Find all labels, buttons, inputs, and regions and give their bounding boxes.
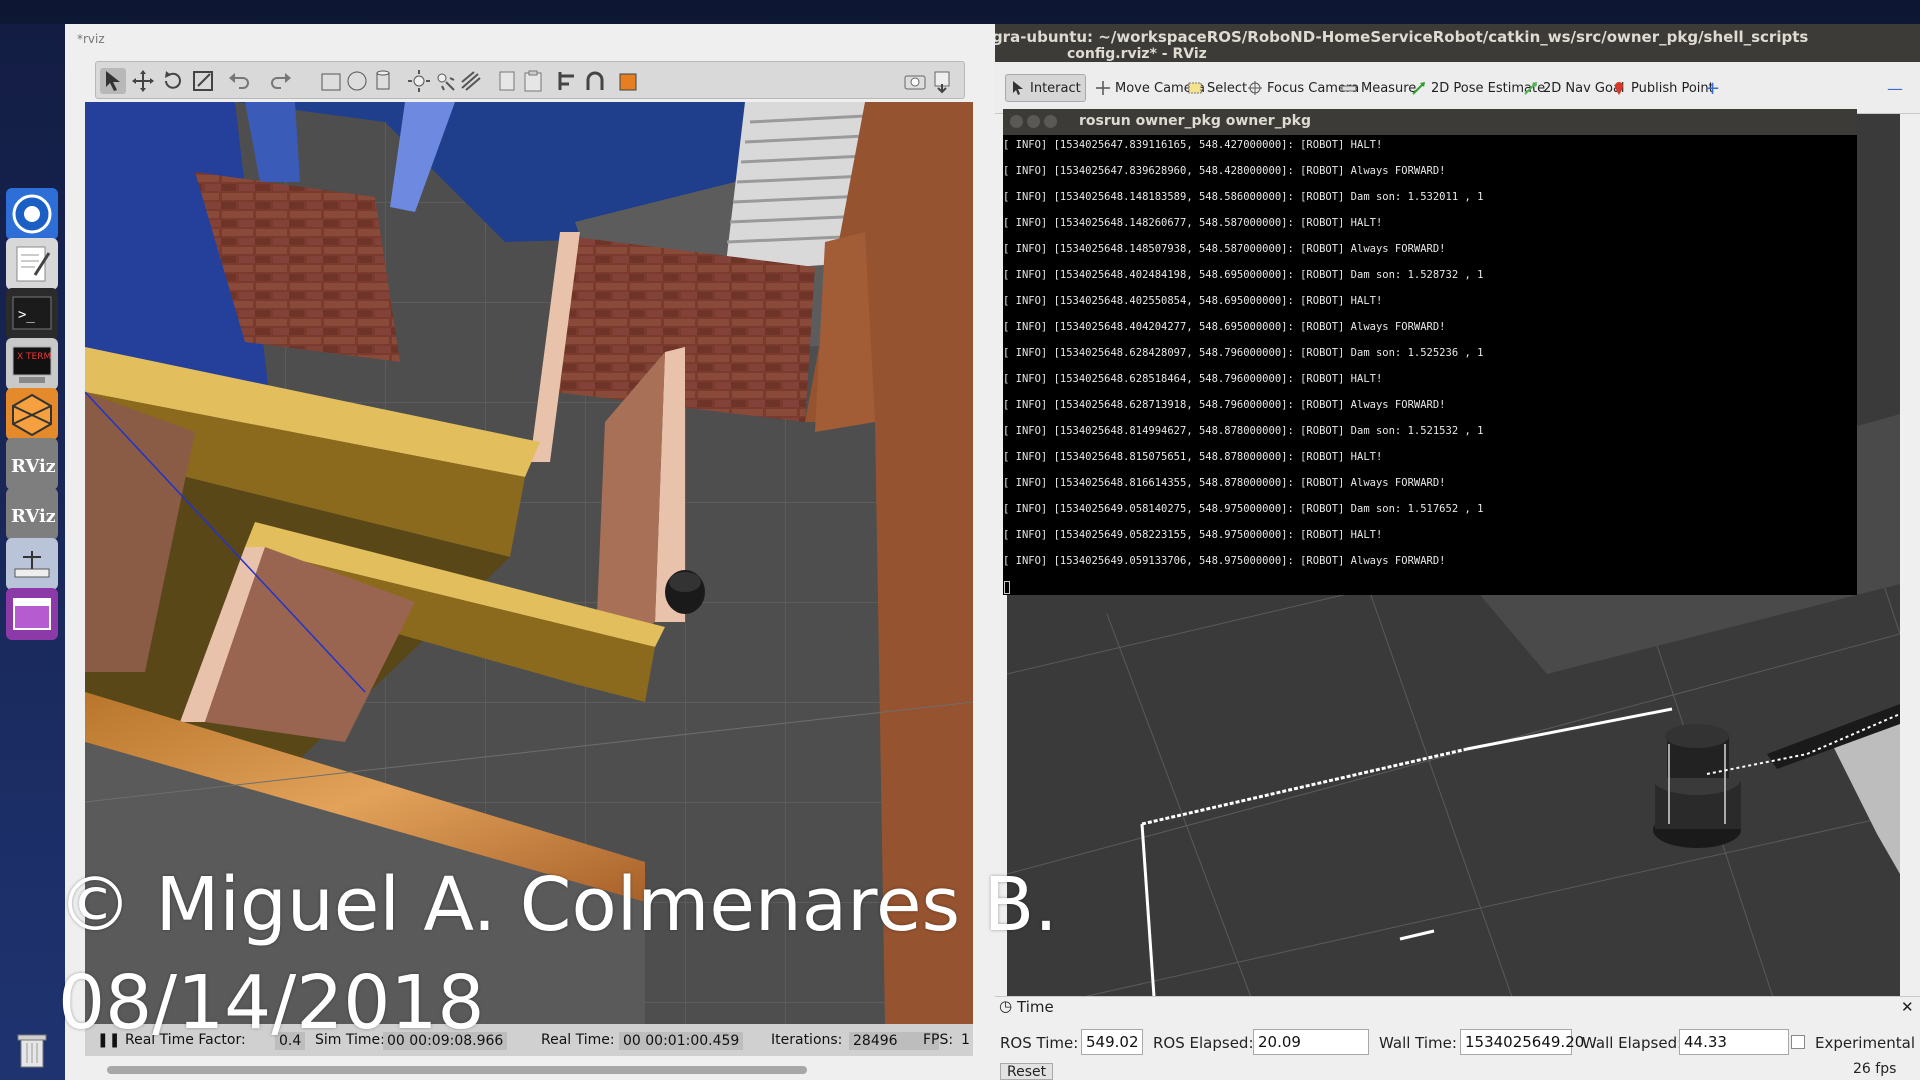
wall-elapsed-label: Wall Elapsed: xyxy=(1582,1034,1683,1052)
map-pin-icon xyxy=(1615,82,1623,95)
terminal-line: [ INFO] [1534025648.816614355, 548.87800… xyxy=(1003,477,1446,489)
nav-goal-icon xyxy=(1524,82,1537,95)
copy-icon[interactable] xyxy=(494,68,520,94)
align-icon[interactable] xyxy=(556,68,582,94)
experimental-label: Experimental xyxy=(1815,1034,1916,1052)
rviz-time-panel: ◷ Time ✕ ROS Time: 549.02 ROS Elapsed: 2… xyxy=(995,996,1920,1080)
spot-light-icon[interactable] xyxy=(432,68,458,94)
reset-button[interactable]: Reset xyxy=(1000,1063,1054,1080)
terminal-line: [ INFO] [1534025648.148260677, 548.58700… xyxy=(1003,217,1383,229)
fps-readout: 26 fps xyxy=(1853,1061,1897,1077)
terminal-line: [ INFO] [1534025648.628428097, 548.79600… xyxy=(1003,347,1484,359)
rviz-icon-label: RViz xyxy=(11,456,55,477)
watermark-line-1: © Miguel A. Colmenares B. xyxy=(58,862,1058,948)
gazebo-horizontal-scrollbar[interactable] xyxy=(107,1066,807,1074)
gazebo-tab-label[interactable]: *rviz xyxy=(77,32,105,46)
xterm-icon-label: X TERM xyxy=(17,352,51,362)
rotate-icon[interactable] xyxy=(160,68,186,94)
ros-elapsed-field[interactable]: 20.09 xyxy=(1253,1029,1369,1055)
cylinder-shape-icon[interactable] xyxy=(370,68,396,94)
ruler-icon xyxy=(1341,85,1357,92)
rviz-titlebar: config.rviz* - RViz xyxy=(995,46,1920,62)
point-light-icon[interactable] xyxy=(406,68,432,94)
toolbar-menu-icon[interactable]: — xyxy=(1883,74,1907,102)
redo-icon[interactable] xyxy=(268,68,294,94)
terminal-maximize-icon[interactable] xyxy=(1044,115,1057,128)
terminal-line: [ INFO] [1534025647.839628960, 548.42800… xyxy=(1003,165,1446,177)
trash-icon[interactable] xyxy=(6,1024,58,1076)
add-tool-plus-icon[interactable]: + xyxy=(1701,74,1724,102)
terminal-line: [ INFO] [1534025648.628713918, 548.79600… xyxy=(1003,399,1446,411)
directional-light-icon[interactable] xyxy=(458,68,484,94)
terminal-cursor xyxy=(1004,581,1010,594)
copyright-watermark: © Miguel A. Colmenares B. 08/14/2018 xyxy=(58,856,1058,1052)
terminal-line: [ INFO] [1534025649.058223155, 548.97500… xyxy=(1003,529,1383,541)
sphere-shape-icon[interactable] xyxy=(344,68,370,94)
workspace-icon[interactable] xyxy=(6,588,58,640)
chromium-icon[interactable] xyxy=(6,188,58,240)
move-camera-icon xyxy=(1096,81,1110,95)
time-panel-close-icon[interactable]: ✕ xyxy=(1901,998,1914,1016)
rqt-icon[interactable] xyxy=(6,538,58,590)
wall-elapsed-field[interactable]: 44.33 xyxy=(1679,1029,1789,1055)
wall-time-field[interactable]: 1534025649.20 xyxy=(1460,1029,1584,1055)
snap-icon[interactable] xyxy=(582,68,608,94)
select-arrow-icon[interactable] xyxy=(100,68,126,94)
terminal-line: [ INFO] [1534025648.815075651, 548.87800… xyxy=(1003,451,1383,463)
terminal-line: [ INFO] [1534025648.148507938, 548.58700… xyxy=(1003,243,1446,255)
terminal-output: [ INFO] [1534025647.839116165, 548.42700… xyxy=(1003,135,1857,595)
tool-interact[interactable]: Interact xyxy=(1005,74,1086,102)
terminal-line: [ INFO] [1534025648.628518464, 548.79600… xyxy=(1003,373,1383,385)
scale-icon[interactable] xyxy=(190,68,216,94)
paste-icon[interactable] xyxy=(520,68,546,94)
rviz-icon-2-label: RViz xyxy=(11,506,55,527)
tool-select[interactable]: Select xyxy=(1183,74,1251,102)
pose-arrow-icon xyxy=(1412,82,1425,95)
log-icon[interactable] xyxy=(930,68,956,94)
ros-elapsed-label: ROS Elapsed: xyxy=(1153,1034,1254,1052)
ros-time-field[interactable]: 549.02 xyxy=(1081,1029,1143,1055)
tool-select-label: Select xyxy=(1207,80,1248,96)
text-editor-icon[interactable] xyxy=(6,238,58,290)
select-icon xyxy=(1188,82,1202,94)
xterm-icon[interactable]: X TERM xyxy=(6,338,58,390)
rviz-icon-2[interactable]: RViz xyxy=(6,488,58,540)
terminal-icon[interactable]: >_ xyxy=(6,288,58,340)
terminal-minimize-icon[interactable] xyxy=(1027,115,1040,128)
screenshot-icon[interactable] xyxy=(902,68,928,94)
experimental-checkbox[interactable] xyxy=(1791,1035,1805,1049)
rviz-toolbar: Interact Move Camera Select Focus Camera… xyxy=(995,62,1920,114)
terminal-line: [ INFO] [1534025648.814994627, 548.87800… xyxy=(1003,425,1484,437)
undo-icon[interactable] xyxy=(226,68,252,94)
watermark-line-2: 08/14/2018 xyxy=(58,960,485,1046)
tool-interact-label: Interact xyxy=(1030,80,1081,96)
terminal-close-icon[interactable] xyxy=(1010,115,1023,128)
rosrun-terminal-title: rosrun owner_pkg owner_pkg xyxy=(1079,113,1311,129)
terminal-window-title[interactable]: nvidia@tegra-ubuntu: ~/workspaceROS/Robo… xyxy=(908,28,1808,46)
rviz-icon[interactable]: RViz xyxy=(6,438,58,490)
launcher: >_ X TERM RViz RViz xyxy=(0,24,65,1080)
rosrun-terminal[interactable]: rosrun owner_pkg owner_pkg [ INFO] [1534… xyxy=(1003,109,1857,595)
terminal-line: [ INFO] [1534025649.059133706, 548.97500… xyxy=(1003,555,1446,567)
box-shape-icon[interactable] xyxy=(318,68,344,94)
wall-time-label: Wall Time: xyxy=(1379,1034,1457,1052)
svg-text:>_: >_ xyxy=(18,307,35,323)
translate-icon[interactable] xyxy=(130,68,156,94)
gazebo-icon[interactable] xyxy=(6,388,58,440)
terminal-line: [ INFO] [1534025648.402484198, 548.69500… xyxy=(1003,269,1484,281)
gazebo-toolbar xyxy=(95,61,965,99)
cursor-icon xyxy=(1013,81,1023,95)
robot-model xyxy=(665,570,705,614)
focus-camera-icon xyxy=(1248,81,1262,95)
terminal-line: [ INFO] [1534025647.839116165, 548.42700… xyxy=(1003,139,1383,151)
terminal-line: [ INFO] [1534025648.404204277, 548.69500… xyxy=(1003,321,1446,333)
view-angle-icon[interactable] xyxy=(616,68,642,94)
terminal-line: [ INFO] [1534025648.402550854, 548.69500… xyxy=(1003,295,1383,307)
rviz-window-title: config.rviz* - RViz xyxy=(1067,46,1207,62)
rosrun-terminal-titlebar: rosrun owner_pkg owner_pkg xyxy=(1003,109,1857,135)
terminal-line: [ INFO] [1534025648.148183589, 548.58600… xyxy=(1003,191,1484,203)
terminal-line: [ INFO] [1534025649.058140275, 548.97500… xyxy=(1003,503,1484,515)
